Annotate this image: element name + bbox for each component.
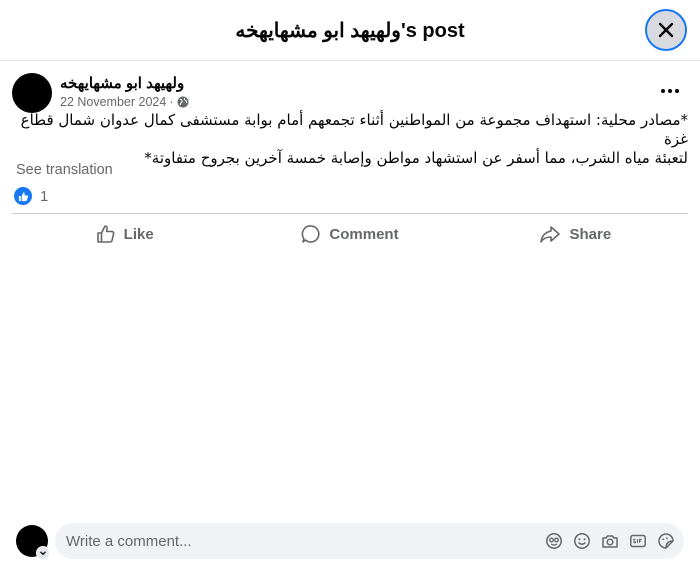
close-icon <box>658 22 674 38</box>
post-actions: Like Comment Share <box>12 216 688 252</box>
like-reaction-icon <box>14 187 32 205</box>
reaction-count: 1 <box>40 187 49 205</box>
post-text-line: لتعبئة مياه الشرب، مما أسفر عن استشهاد م… <box>144 149 688 167</box>
comment-tools <box>544 531 676 551</box>
comment-icon <box>302 225 320 243</box>
share-label: Share <box>569 225 612 243</box>
close-button[interactable] <box>645 9 687 51</box>
reactions-summary[interactable]: 1 <box>14 187 48 205</box>
post-date[interactable]: 22 November 2024 <box>60 95 166 109</box>
like-icon <box>96 225 115 243</box>
gif-icon[interactable] <box>628 531 648 551</box>
post-text-line: *مصادر محلية: استهداف مجموعة من المواطني… <box>20 111 688 148</box>
comment-button[interactable]: Comment <box>237 216 462 252</box>
emoji-icon[interactable] <box>572 531 592 551</box>
comment-composer <box>55 523 684 559</box>
dialog-title: ولهيهد ابو مشهايهخه's post <box>235 20 465 42</box>
globe-icon[interactable] <box>177 96 189 108</box>
like-button[interactable]: Like <box>12 216 237 252</box>
share-icon <box>540 226 561 243</box>
post-text: *مصادر محلية: استهداف مجموعة من المواطني… <box>12 111 688 168</box>
meta-separator: · <box>169 95 174 109</box>
sticker-icon[interactable] <box>656 531 676 551</box>
like-label: Like <box>123 225 154 243</box>
camera-icon[interactable] <box>600 531 620 551</box>
share-button[interactable]: Share <box>463 216 688 252</box>
comment-input[interactable] <box>66 523 536 559</box>
chevron-down-icon[interactable] <box>36 546 50 560</box>
dialog-header: ولهيهد ابو مشهايهخه's post <box>0 0 700 61</box>
author-name[interactable]: ولهيهد ابو مشهايهخه <box>60 74 184 92</box>
avatar-sticker-icon[interactable] <box>544 531 564 551</box>
see-translation-link[interactable]: See translation <box>16 162 113 178</box>
divider <box>12 213 688 214</box>
comment-label: Comment <box>329 225 399 243</box>
author-avatar[interactable] <box>12 73 52 113</box>
more-horizontal-icon[interactable] <box>656 80 684 102</box>
post-meta: 22 November 2024 · <box>60 95 189 109</box>
